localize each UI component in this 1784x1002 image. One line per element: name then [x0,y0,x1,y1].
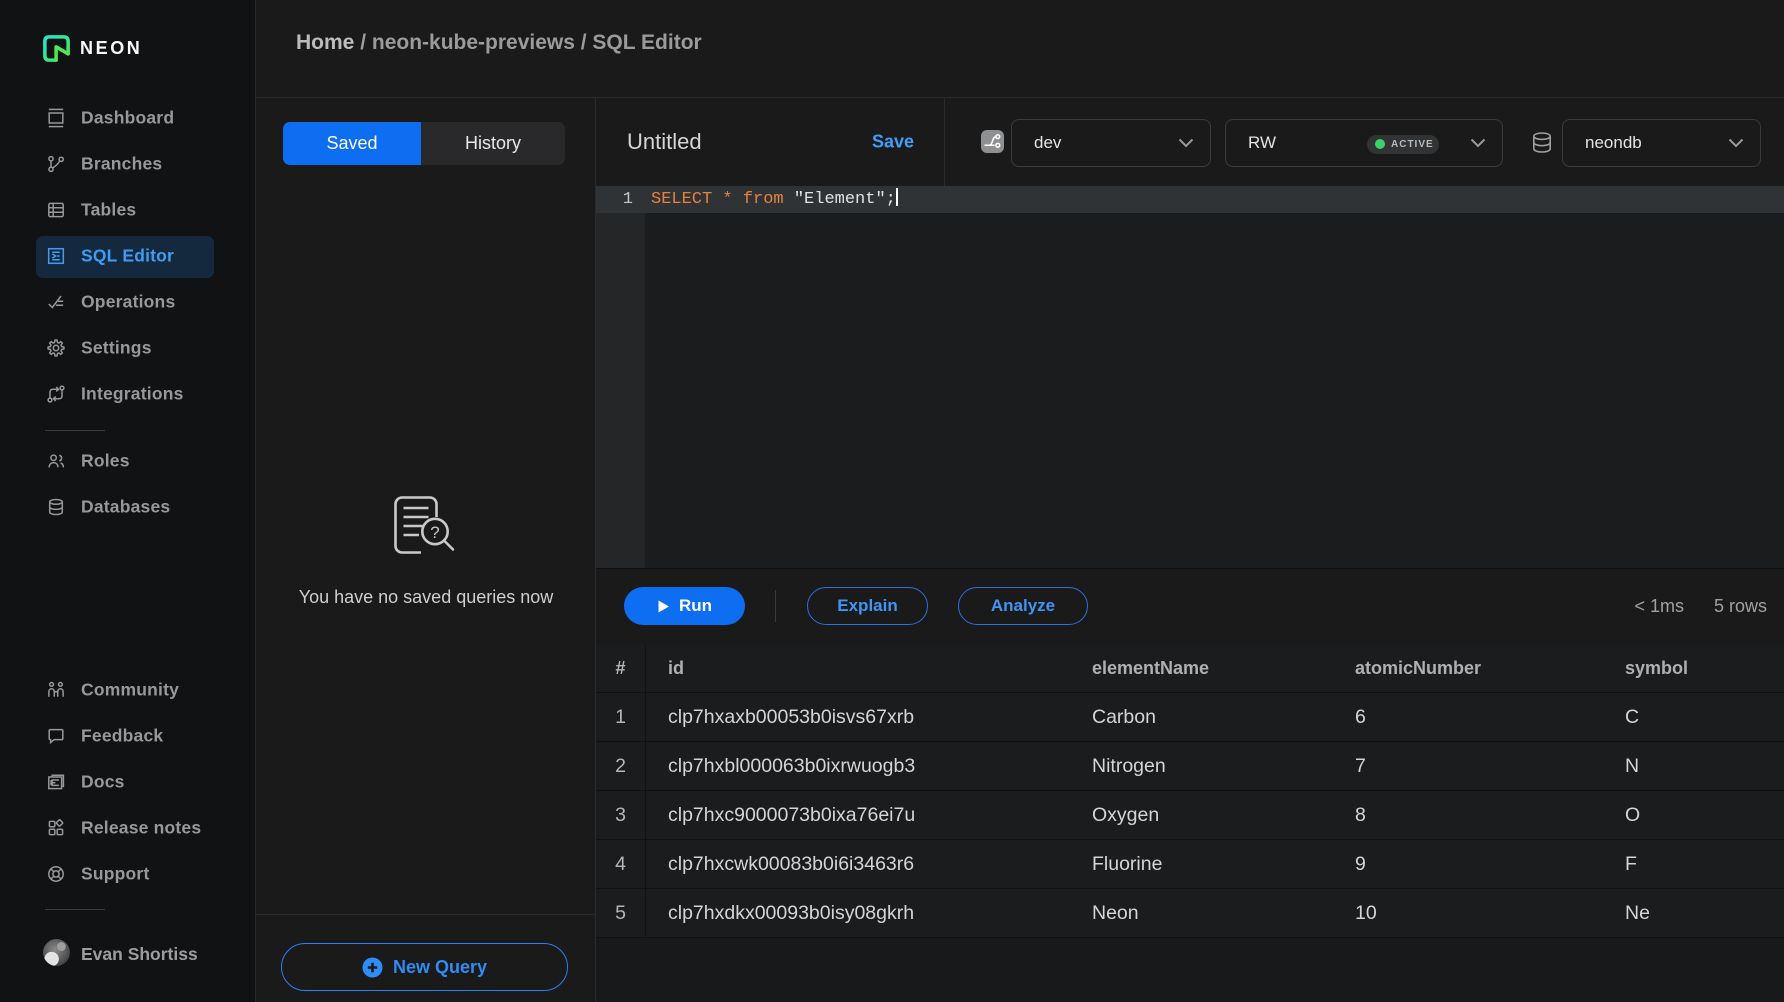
svg-text:?: ? [430,523,439,542]
